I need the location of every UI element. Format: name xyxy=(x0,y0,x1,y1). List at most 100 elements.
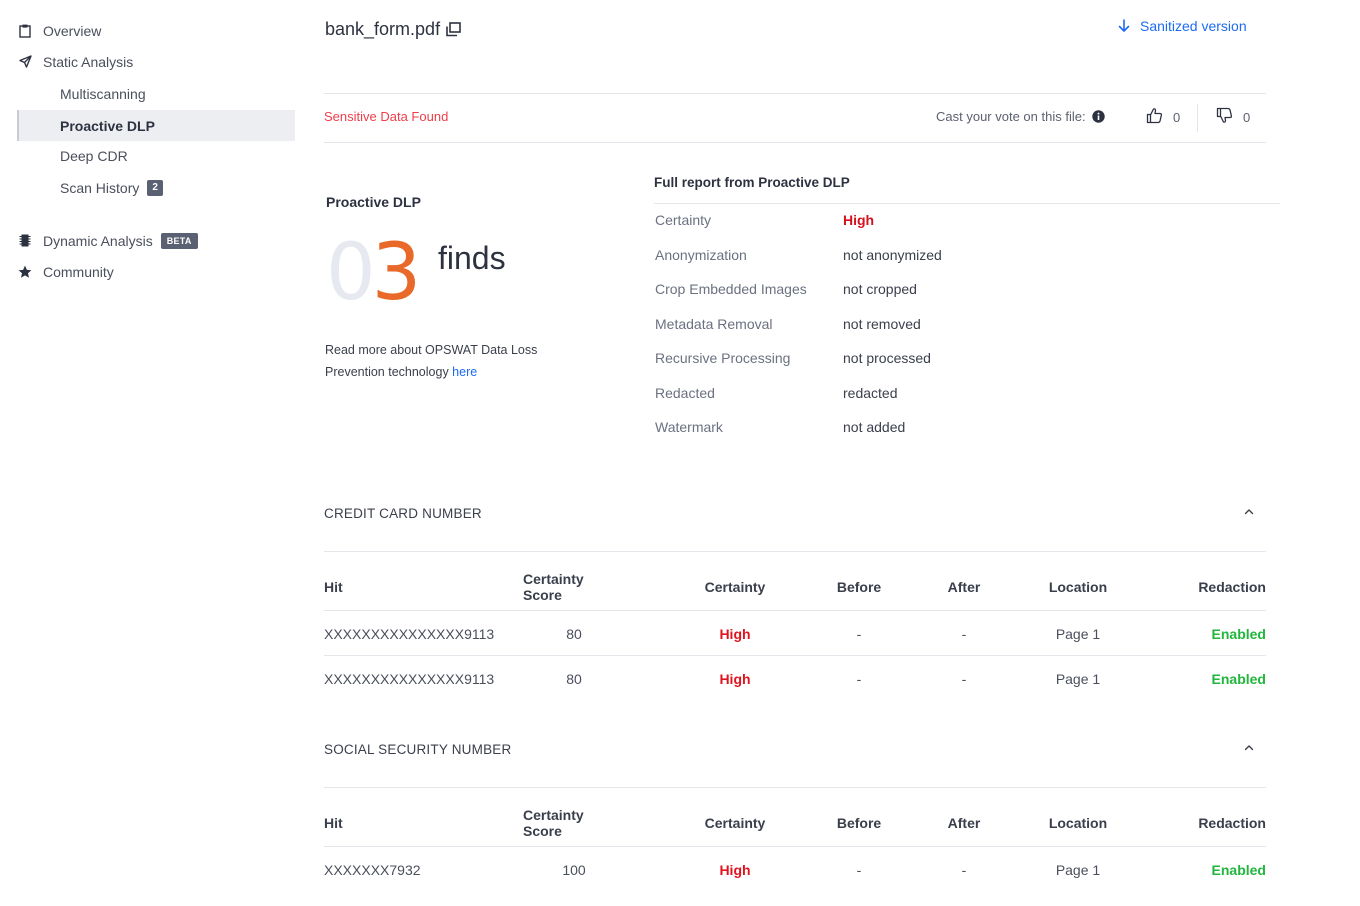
read-more-text: Read more about OPSWAT Data Loss Prevent… xyxy=(325,339,585,383)
status-sensitive-data: Sensitive Data Found xyxy=(324,109,449,124)
report-row: Crop Embedded Images not cropped xyxy=(655,281,917,301)
upvote-count: 0 xyxy=(1173,109,1181,125)
report-key: Certainty xyxy=(655,212,712,228)
column-header-redaction: Redaction xyxy=(1198,578,1266,595)
star-icon xyxy=(18,265,32,279)
sidebar-item-scan-history[interactable]: Scan History 2 xyxy=(60,172,163,203)
report-value: not processed xyxy=(843,350,931,366)
cell-before: - xyxy=(856,625,862,642)
report-value: not added xyxy=(843,419,906,435)
copy-icon[interactable] xyxy=(446,22,461,37)
column-header-after: After xyxy=(947,578,981,595)
sanitized-version-link[interactable]: Sanitized version xyxy=(1118,18,1247,34)
sidebar-item-label: Proactive DLP xyxy=(60,117,155,134)
table-header-row: Hit Certainty Score Certainty Before After Lo… xyxy=(324,552,1266,611)
column-header-certainty: Certainty xyxy=(704,814,766,831)
report-row: Metadata Removal not removed xyxy=(655,316,921,336)
sidebar-item-label: Scan History xyxy=(60,179,140,196)
column-header-before: Before xyxy=(836,578,882,595)
column-header-certainty: Certainty xyxy=(704,578,766,595)
sidebar-item-static-analysis[interactable]: Static Analysis xyxy=(18,46,133,77)
table-row: XXXXXXXXXXXXXXX9113 80 High - - Page 1 Enabled xyxy=(324,611,1266,656)
column-header-location: Location xyxy=(1048,814,1108,831)
cell-redaction: Enabled xyxy=(1211,670,1266,687)
cell-before: - xyxy=(856,861,862,878)
findings-section: SOCIAL SECURITY NUMBER Hit Certainty Score… xyxy=(324,742,1266,892)
thumbs-down-icon xyxy=(1216,107,1233,127)
finds-label: finds xyxy=(438,240,506,276)
column-header-redaction: Redaction xyxy=(1198,814,1266,831)
dlp-summary-title: Proactive DLP xyxy=(326,194,421,210)
downvote-button[interactable]: 0 xyxy=(1216,107,1250,127)
read-more-body: Read more about OPSWAT Data Loss Prevent… xyxy=(325,343,538,379)
sanitized-label: Sanitized version xyxy=(1140,18,1247,34)
report-key: Metadata Removal xyxy=(655,316,773,332)
sidebar-item-label: Static Analysis xyxy=(43,53,134,70)
report-title: Full report from Proactive DLP xyxy=(654,175,850,190)
cell-hit: XXXXXXXXXXXXXXX9113 xyxy=(324,625,495,642)
sidebar-item-overview[interactable]: Overview xyxy=(18,15,101,46)
cell-location: Page 1 xyxy=(1055,625,1101,642)
sidebar-item-label: Overview xyxy=(43,22,102,39)
sidebar: Overview Static Analysis Multiscanning P… xyxy=(0,0,300,906)
section-header[interactable]: CREDIT CARD NUMBER xyxy=(324,506,1266,552)
sidebar-active-highlight xyxy=(17,110,295,141)
findings-section: CREDIT CARD NUMBER Hit Certainty Score Cert… xyxy=(324,506,1266,701)
sidebar-item-community[interactable]: Community xyxy=(18,256,114,287)
paper-plane-icon xyxy=(18,55,32,69)
report-value: not anonymized xyxy=(843,247,942,263)
sidebar-item-multiscanning[interactable]: Multiscanning xyxy=(60,78,146,109)
report-value: not cropped xyxy=(843,281,917,297)
column-header-hit: Hit xyxy=(324,814,343,831)
sidebar-item-label: Community xyxy=(43,263,114,280)
report-row: Watermark not added xyxy=(655,419,905,439)
cell-location: Page 1 xyxy=(1055,861,1101,878)
section-header[interactable]: SOCIAL SECURITY NUMBER xyxy=(324,742,1266,788)
finds-count-lead: 0 xyxy=(326,228,376,318)
sidebar-item-label: Dynamic Analysis xyxy=(43,232,153,249)
vote-divider xyxy=(1197,104,1198,132)
chevron-up-icon[interactable] xyxy=(1244,744,1254,751)
sidebar-item-dynamic-analysis[interactable]: Dynamic Analysis BETA xyxy=(18,225,198,256)
cell-redaction: Enabled xyxy=(1211,625,1266,642)
info-icon[interactable] xyxy=(1091,110,1105,123)
cell-certainty: High xyxy=(719,670,751,687)
upvote-button[interactable]: 0 xyxy=(1146,107,1180,127)
report-key: Recursive Processing xyxy=(655,350,791,366)
thumbs-up-icon xyxy=(1146,107,1163,127)
report-key: Anonymization xyxy=(655,247,747,263)
cell-hit: XXXXXXX7932 xyxy=(324,861,421,878)
downvote-count: 0 xyxy=(1243,109,1251,125)
cell-before: - xyxy=(856,670,862,687)
sidebar-item-label: Deep CDR xyxy=(60,147,128,164)
sidebar-item-deep-cdr[interactable]: Deep CDR xyxy=(60,140,128,171)
cell-redaction: Enabled xyxy=(1211,861,1266,878)
report-row: Certainty High xyxy=(655,212,874,232)
column-header-hit: Hit xyxy=(324,578,343,595)
report-divider xyxy=(654,203,1280,204)
table-row: XXXXXXX7932 100 High - - Page 1 Enabled xyxy=(324,847,1266,892)
vote-bar: Sensitive Data Found Cast your vote on t… xyxy=(324,93,1266,143)
clipboard-icon xyxy=(18,24,32,38)
sidebar-item-proactive-dlp[interactable]: Proactive DLP xyxy=(60,110,155,141)
cell-after: - xyxy=(961,861,967,878)
column-header-certainty-score: Certainty Score xyxy=(523,806,584,839)
cell-location: Page 1 xyxy=(1055,670,1101,687)
report-key: Watermark xyxy=(655,419,723,435)
read-more-link[interactable]: here xyxy=(452,365,477,379)
finds-count-digit: 3 xyxy=(371,228,422,318)
cast-vote-label: Cast your vote on this file: xyxy=(936,109,1105,124)
chevron-up-icon[interactable] xyxy=(1244,508,1254,515)
cell-certainty: High xyxy=(719,625,751,642)
column-header-before: Before xyxy=(836,814,882,831)
beta-badge: BETA xyxy=(160,232,198,249)
report-key: Redacted xyxy=(655,385,715,401)
report-value: High xyxy=(843,212,875,228)
file-name: bank_form.pdf xyxy=(325,19,441,39)
report-value: not removed xyxy=(843,316,921,332)
table-row: XXXXXXXXXXXXXXX9113 80 High - - Page 1 Enabled xyxy=(324,656,1266,701)
report-row: Anonymization not anonymized xyxy=(655,247,942,267)
cell-certainty-score: 80 xyxy=(566,670,582,687)
table-header-row: Hit Certainty Score Certainty Before After Lo… xyxy=(324,788,1266,847)
cell-after: - xyxy=(961,625,967,642)
